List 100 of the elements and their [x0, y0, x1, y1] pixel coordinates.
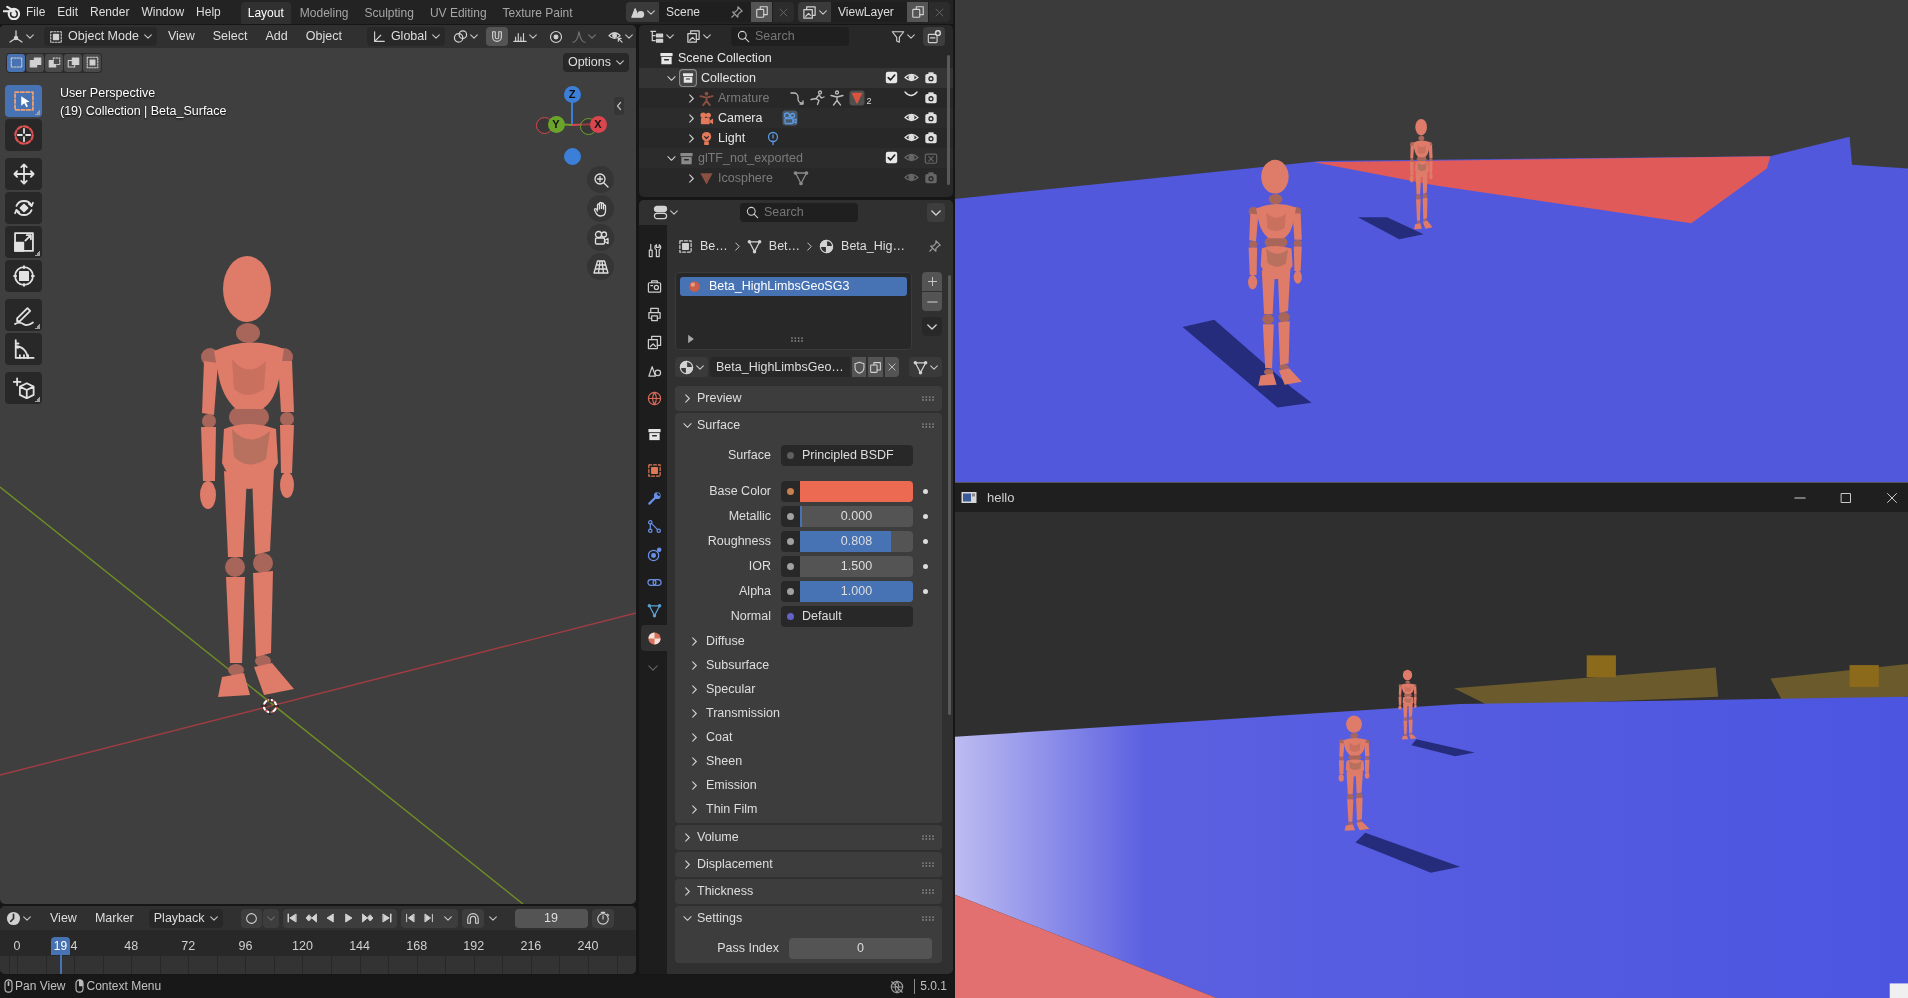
- pan-button[interactable]: [587, 195, 614, 222]
- breadcrumb-item[interactable]: Bet…: [768, 238, 801, 254]
- remove-slot-button[interactable]: [922, 292, 942, 311]
- rotate-tool[interactable]: [5, 192, 42, 224]
- socket-button[interactable]: [781, 506, 800, 527]
- new-scene-button[interactable]: [751, 2, 772, 22]
- gizmo-y-handle[interactable]: Y: [547, 115, 565, 133]
- keyframe-dot-icon[interactable]: [923, 539, 928, 544]
- select-mode-button[interactable]: [26, 53, 44, 72]
- pin-icon[interactable]: [928, 239, 942, 253]
- zoom-button[interactable]: [587, 166, 614, 193]
- options-dropdown[interactable]: Options: [562, 53, 629, 72]
- workspace-tab[interactable]: UV Editing: [422, 2, 494, 24]
- subpanel-header[interactable]: Subsurface: [675, 653, 942, 677]
- gizmo-negative-z-handle[interactable]: [563, 147, 581, 165]
- search-box[interactable]: Search: [731, 27, 849, 46]
- socket-button[interactable]: [781, 531, 800, 552]
- move-tool[interactable]: [5, 158, 42, 190]
- render-camera-icon[interactable]: [924, 71, 938, 85]
- socket-button[interactable]: [781, 481, 800, 502]
- maximize-icon[interactable]: [1840, 491, 1852, 504]
- panel-header[interactable]: Volume: [675, 825, 942, 850]
- keyframe-dot-icon[interactable]: [923, 589, 928, 594]
- workspace-tab[interactable]: Texture Paint: [495, 2, 580, 24]
- panel-header[interactable]: Thickness: [675, 879, 942, 904]
- number-field[interactable]: 0: [789, 938, 932, 959]
- playback-dropdown[interactable]: Playback: [148, 908, 223, 928]
- expand-triangle-icon[interactable]: [688, 335, 694, 343]
- minimize-icon[interactable]: [1794, 496, 1806, 499]
- chevron-right-icon[interactable]: [688, 133, 694, 143]
- material-name-field[interactable]: Beta_HighLimbsGeo…: [710, 357, 850, 377]
- frame-range-button[interactable]: [591, 908, 614, 928]
- stick-figure-icon[interactable]: [829, 90, 846, 106]
- eye-icon[interactable]: [903, 131, 919, 144]
- panel-header[interactable]: Surface: [675, 413, 942, 438]
- outliner-row[interactable]: Camera: [639, 108, 953, 128]
- menu-item[interactable]: File: [20, 1, 52, 23]
- scrollbar[interactable]: [947, 55, 950, 185]
- shader-input-field[interactable]: Principled BSDF: [781, 445, 913, 466]
- select-mode-button[interactable]: [45, 53, 63, 72]
- subpanel-header[interactable]: Specular: [675, 677, 942, 701]
- breadcrumb-item[interactable]: Beta_Hig…: [841, 238, 905, 254]
- scale-tool[interactable]: [5, 226, 42, 258]
- eye-icon[interactable]: [903, 71, 919, 84]
- jump-to-start-button[interactable]: [282, 908, 302, 928]
- select-mode-button[interactable]: [7, 53, 25, 72]
- new-collection-button[interactable]: [923, 27, 945, 46]
- search-input[interactable]: Search: [764, 205, 844, 220]
- properties-tab[interactable]: [641, 625, 667, 651]
- blender-logo-icon[interactable]: [3, 4, 20, 20]
- menu-item[interactable]: Edit: [51, 1, 85, 23]
- auto-keying-toggle[interactable]: [240, 908, 262, 928]
- chevron-right-icon[interactable]: [688, 113, 694, 123]
- gizmo-z-handle[interactable]: Z: [563, 85, 581, 103]
- mesh-vertices-icon[interactable]: [792, 170, 809, 186]
- menu-item[interactable]: Add: [258, 27, 295, 46]
- chevron-right-icon[interactable]: [688, 93, 694, 103]
- camera-outline-icon[interactable]: [782, 110, 799, 126]
- options-button[interactable]: [927, 203, 945, 222]
- view-layer-browse-button[interactable]: [798, 2, 831, 22]
- shader-input-field[interactable]: Default: [781, 606, 913, 627]
- subpanel-header[interactable]: Thin Film: [675, 797, 942, 821]
- subpanel-header[interactable]: Emission: [675, 773, 942, 797]
- select-mode-button[interactable]: [64, 53, 82, 72]
- menu-item[interactable]: Window: [135, 1, 191, 23]
- add-slot-button[interactable]: [922, 272, 942, 291]
- current-frame-field[interactable]: 19: [514, 908, 588, 928]
- checkbox[interactable]: [884, 151, 898, 164]
- new-view-layer-button[interactable]: [907, 2, 928, 22]
- jump-to-end-button[interactable]: [377, 908, 397, 928]
- closed-eye-icon[interactable]: [904, 91, 918, 98]
- measure-tool[interactable]: [5, 333, 42, 365]
- browse-material-button[interactable]: [675, 357, 708, 377]
- menu-item[interactable]: Help: [190, 1, 227, 23]
- render-camera-icon[interactable]: [924, 131, 938, 145]
- keyframe-dot-icon[interactable]: [923, 564, 928, 569]
- number-field[interactable]: 1.500: [800, 556, 913, 577]
- keyframe-dot-icon[interactable]: [923, 514, 928, 519]
- menu-item[interactable]: View: [43, 908, 84, 928]
- delete-view-layer-button[interactable]: [929, 2, 950, 22]
- mode-dropdown[interactable]: Object Mode: [44, 27, 157, 46]
- panel-header[interactable]: Preview: [675, 386, 942, 411]
- perspective-toggle[interactable]: [587, 253, 614, 280]
- orientation-dropdown[interactable]: Global: [366, 27, 446, 46]
- running-figure-icon[interactable]: [809, 90, 826, 106]
- menu-item[interactable]: Select: [205, 27, 255, 46]
- panel-header[interactable]: Settings: [675, 906, 942, 931]
- menu-item[interactable]: View: [160, 27, 202, 46]
- keyframe-track[interactable]: [0, 956, 636, 974]
- new-material-button[interactable]: [868, 357, 883, 377]
- sidebar-toggle-icon[interactable]: [614, 97, 624, 115]
- menu-item[interactable]: Object: [298, 27, 349, 46]
- snap-toggle[interactable]: [486, 27, 509, 46]
- scene-browse-button[interactable]: [626, 2, 659, 22]
- slider[interactable]: 0.000: [800, 506, 913, 527]
- color-swatch[interactable]: [800, 481, 913, 502]
- unlink-material-button[interactable]: [884, 357, 899, 377]
- cursor-tool[interactable]: [5, 119, 42, 151]
- workspace-tab[interactable]: Sculpting: [357, 2, 421, 24]
- link-dropdown[interactable]: [909, 357, 942, 377]
